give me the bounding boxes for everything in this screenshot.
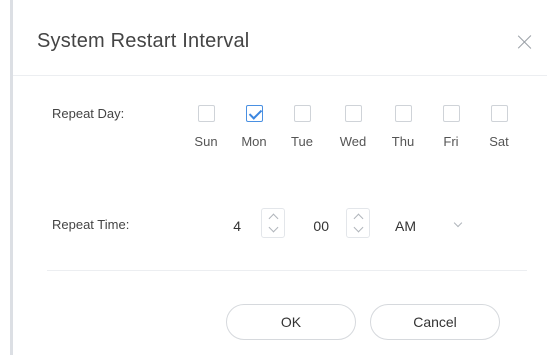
cancel-button[interactable]: Cancel [370, 304, 500, 340]
minute-input[interactable]: 00 [303, 210, 329, 242]
chevron-down-icon [453, 218, 463, 228]
minute-stepper[interactable] [346, 208, 370, 238]
checkbox-tue[interactable] [294, 105, 311, 122]
system-restart-interval-dialog: System Restart Interval Repeat Day: Sun … [13, 0, 547, 355]
repeat-time-label: Repeat Time: [52, 217, 130, 232]
checkbox-wed[interactable] [345, 105, 362, 122]
dialog-title: System Restart Interval [37, 30, 250, 52]
day-label-tue: Tue [291, 134, 313, 149]
period-select[interactable]: AM [383, 212, 473, 240]
header-divider [13, 75, 547, 76]
minute-increment-icon[interactable] [347, 209, 369, 223]
minute-decrement-icon[interactable] [347, 223, 369, 237]
hour-stepper[interactable] [261, 208, 285, 238]
day-label-fri: Fri [443, 134, 459, 149]
checkbox-sun[interactable] [198, 105, 215, 122]
checkbox-mon[interactable] [246, 105, 263, 122]
hour-decrement-icon[interactable] [262, 223, 284, 237]
period-value: AM [395, 218, 416, 234]
hour-increment-icon[interactable] [262, 209, 284, 223]
checkbox-fri[interactable] [443, 105, 460, 122]
checkbox-sat[interactable] [491, 105, 508, 122]
ok-button[interactable]: OK [226, 304, 356, 340]
day-label-sun: Sun [194, 134, 218, 149]
checkbox-thu[interactable] [395, 105, 412, 122]
day-label-sat: Sat [489, 134, 509, 149]
background-window-edge [0, 0, 13, 355]
close-icon[interactable] [515, 32, 535, 52]
hour-input[interactable]: 4 [213, 210, 241, 242]
day-label-thu: Thu [391, 134, 415, 149]
day-label-mon: Mon [241, 134, 267, 149]
footer-divider [47, 270, 527, 271]
repeat-day-label: Repeat Day: [52, 106, 125, 121]
day-label-wed: Wed [339, 134, 367, 149]
